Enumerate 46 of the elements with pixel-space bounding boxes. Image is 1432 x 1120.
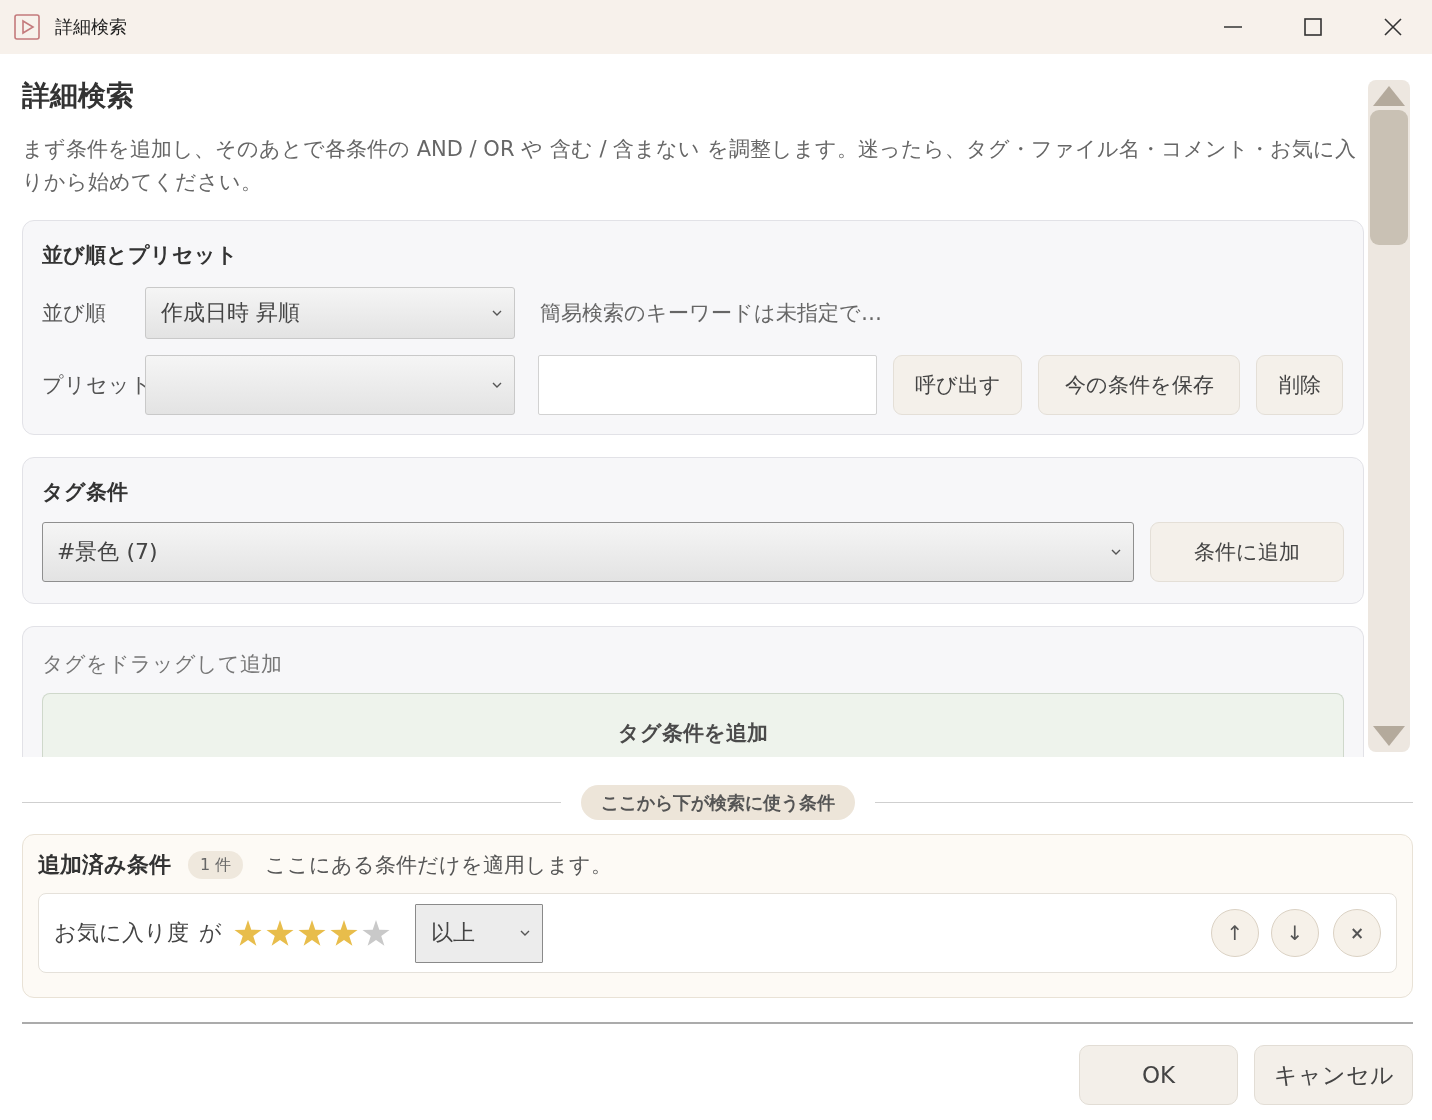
delete-button[interactable]: 削除 xyxy=(1256,355,1343,415)
remove-button[interactable]: × xyxy=(1333,909,1381,957)
count-badge: 1 件 xyxy=(188,851,244,879)
star-icon[interactable] xyxy=(298,919,326,947)
add-condition-button[interactable]: 条件に追加 xyxy=(1150,522,1344,582)
scroll-up-icon[interactable] xyxy=(1373,86,1405,106)
star-icon[interactable] xyxy=(266,919,294,947)
preset-label: プリセット xyxy=(42,372,145,399)
operator-select[interactable]: 以上 xyxy=(415,903,543,963)
section-divider-label: ここから下が検索に使う条件 xyxy=(580,785,855,820)
sort-label: 並び順 xyxy=(42,300,107,327)
note-text: ここにある条件だけを適用します。 xyxy=(265,852,613,879)
tag-select[interactable]: #景色 (7) xyxy=(42,522,1134,582)
condition-particle: が xyxy=(199,919,222,947)
hint-text: 簡易検索のキーワードは未指定で… xyxy=(540,300,882,327)
scroll-down-icon[interactable] xyxy=(1373,726,1405,746)
star-icon[interactable] xyxy=(330,919,358,947)
window-title: 詳細検索 xyxy=(55,15,127,39)
tag-drop-zone[interactable]: タグ条件を追加 xyxy=(42,693,1344,757)
chevron-down-icon xyxy=(520,930,530,936)
maximize-icon[interactable] xyxy=(1304,18,1322,36)
panel-title: タグをドラッグして追加 xyxy=(42,651,283,678)
preset-select[interactable] xyxy=(145,355,515,415)
condition-field: お気に入り度 xyxy=(54,918,189,948)
star-icon[interactable] xyxy=(362,919,390,947)
sort-order-select[interactable]: 作成日時 昇順 xyxy=(145,287,515,339)
move-up-button[interactable]: ↑ xyxy=(1211,909,1259,957)
description-text: まず条件を追加し、そのあとで各条件の AND / OR や 含む / 含まない を調整します。迷ったら、タグ・ファイル名・コメント・お気に入りから始めてください。 xyxy=(22,136,1357,196)
panel-title: タグ条件 xyxy=(42,479,129,506)
save-preset-button[interactable]: 今の条件を保存 xyxy=(1038,355,1240,415)
chevron-down-icon xyxy=(492,310,502,316)
panel-title: 並び順とプリセット xyxy=(42,242,239,269)
star-icon[interactable] xyxy=(234,919,262,947)
cancel-button[interactable]: キャンセル xyxy=(1254,1045,1413,1105)
page-heading: 詳細検索 xyxy=(22,78,135,114)
scrollbar-track[interactable] xyxy=(1368,80,1410,752)
preset-name-field[interactable] xyxy=(538,355,877,415)
panel-title: 追加済み条件 xyxy=(38,851,171,879)
close-icon[interactable] xyxy=(1384,18,1402,36)
load-button[interactable]: 呼び出す xyxy=(893,355,1022,415)
play-square-icon xyxy=(14,14,40,40)
chevron-down-icon xyxy=(1111,549,1121,555)
move-down-button[interactable]: ↓ xyxy=(1271,909,1319,957)
scrollbar-thumb[interactable] xyxy=(1370,110,1408,245)
ok-button[interactable]: OK xyxy=(1079,1045,1238,1105)
chevron-down-icon xyxy=(492,382,502,388)
